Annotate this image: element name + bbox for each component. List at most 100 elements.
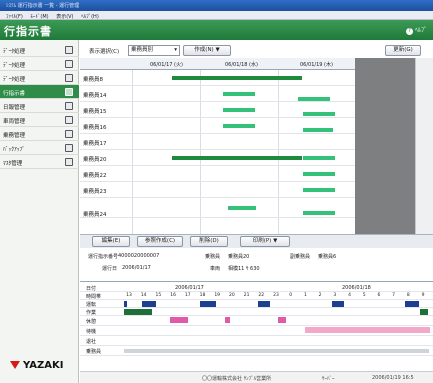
- gantt-bar[interactable]: [223, 108, 255, 112]
- gantt-bar[interactable]: [303, 128, 333, 132]
- sidebar-item-daily-report[interactable]: 日報管理: [0, 99, 79, 113]
- vehicle-value: 相模11 ｻ 630: [228, 266, 260, 272]
- drive-segment: [200, 301, 216, 307]
- drive-label: 運転: [86, 302, 97, 308]
- help-label: ﾍﾙﾌﾟ: [414, 27, 427, 34]
- hour-cell: 3: [333, 293, 337, 298]
- menu-icon: [65, 46, 73, 54]
- gantt-row[interactable]: 乗務員17: [80, 134, 355, 150]
- help-button[interactable]: ? ﾍﾙﾌﾟ: [405, 25, 427, 35]
- crew-row-label: 乗務員: [86, 349, 102, 355]
- gantt-row[interactable]: 乗務員22: [80, 166, 355, 182]
- timeline-date-1: 2006/01/17: [175, 285, 204, 291]
- drive-segment: [124, 301, 127, 307]
- edit-button[interactable]: 編集(E): [92, 236, 130, 247]
- sidebar-item-label: ﾃﾞｰﾀ処理: [3, 77, 26, 83]
- sidebar-item-label: 乗務管理: [3, 133, 26, 139]
- sidebar-item-backup[interactable]: ﾊﾞｯｸｱｯﾌﾟ: [0, 141, 79, 155]
- timeline-date-2: 2006/01/18: [342, 285, 371, 291]
- wait-label: 待機: [86, 329, 97, 335]
- sidebar-item-label: 行指示書: [3, 91, 26, 97]
- timeline-work-row: 作業: [80, 308, 433, 316]
- timeline-rest-row: 休憩: [80, 316, 433, 326]
- vehicle-label: 車両: [210, 266, 221, 272]
- gantt-row[interactable]: 乗務員8: [80, 70, 355, 86]
- gantt-date-3: 06/01/19 (木): [300, 62, 333, 68]
- rest-label: 休憩: [86, 319, 97, 325]
- gantt-bar[interactable]: [298, 97, 330, 101]
- sidebar-item-master[interactable]: ﾏｽﾀ管理: [0, 155, 79, 169]
- rest-segment: [170, 317, 188, 323]
- work-label: 作業: [86, 310, 97, 316]
- hour-cell: 8: [406, 293, 410, 298]
- gantt-row[interactable]: 乗務員14: [80, 86, 355, 102]
- create-label: 作成(N): [194, 47, 214, 53]
- gantt-bar[interactable]: [303, 112, 335, 116]
- gantt-row[interactable]: 乗務員16: [80, 118, 355, 134]
- delete-button[interactable]: 削除(D): [190, 236, 228, 247]
- drive-segment: [142, 301, 156, 307]
- rest-segment: [225, 317, 230, 323]
- sidebar-item-label: ﾏｽﾀ管理: [3, 161, 23, 167]
- crew-name: 乗務員23: [83, 189, 107, 195]
- company-name: 〇〇運輸株式会社 ｻﾝﾌﾟﾙ営業所: [202, 376, 272, 382]
- timeline-drive-row: 運転: [80, 300, 433, 308]
- leave-label: 退社: [86, 339, 97, 345]
- sidebar-item-instructions[interactable]: 行指示書: [0, 85, 79, 99]
- print-button[interactable]: 印刷(P) ▼: [240, 236, 290, 247]
- gantt-bar[interactable]: [223, 124, 255, 128]
- drive-segment: [258, 301, 270, 307]
- timeline-leave-row: 退社: [80, 336, 433, 346]
- gantt-bar[interactable]: [303, 188, 335, 192]
- timeline-panel: 日付 2006/01/17 2006/01/18 時間帯 13 14 15 16 17 1…: [80, 281, 433, 365]
- hour-cell: 13: [126, 293, 132, 298]
- sidebar-item-vehicle[interactable]: 車両管理: [0, 113, 79, 127]
- sidebar-item-2[interactable]: ﾃﾞｰﾀ処理: [0, 57, 79, 71]
- edit-label: 編集(E): [101, 238, 121, 244]
- crew-name: 乗務員14: [83, 93, 107, 99]
- drive-segment: [332, 301, 344, 307]
- timeline-date-row: 日付 2006/01/17 2006/01/18: [80, 284, 433, 292]
- report-icon: [65, 102, 73, 110]
- action-bar: 編集(E) 参照作成(C) 削除(D) 印刷(P) ▼: [80, 234, 433, 248]
- create-button[interactable]: 作成(N) ▼: [183, 45, 231, 56]
- gantt-bar[interactable]: [303, 156, 335, 160]
- hour-cell: 7: [392, 293, 396, 298]
- vertical-scrollbar[interactable]: [415, 58, 433, 234]
- gantt-bar[interactable]: [303, 172, 335, 176]
- dropdown-arrow-icon: ▼: [273, 238, 278, 244]
- gantt-row[interactable]: 乗務員24: [80, 198, 355, 218]
- hour-cell: 23: [273, 293, 279, 298]
- hour-cell: 19: [214, 293, 221, 298]
- gantt-bar[interactable]: [172, 76, 302, 80]
- date-value: 2006/01/17: [122, 265, 151, 271]
- wait-segment: [305, 327, 430, 333]
- sidebar-item-crew[interactable]: 乗務管理: [0, 127, 79, 141]
- hour-cell: 21: [243, 293, 250, 298]
- help-icon: ?: [405, 28, 413, 35]
- update-button[interactable]: 更新(G): [385, 45, 421, 56]
- gantt-bar[interactable]: [223, 92, 255, 96]
- crew-name: 乗務員20: [83, 157, 107, 163]
- gantt-bar[interactable]: [228, 206, 256, 210]
- sidebar-item-3[interactable]: ﾃﾞｰﾀ処理: [0, 71, 79, 85]
- logo-mark-icon: [10, 361, 20, 369]
- gantt-row[interactable]: 乗務員15: [80, 102, 355, 118]
- gantt-bar[interactable]: [303, 211, 335, 215]
- hour-cell: 17: [184, 293, 191, 298]
- hour-cell: 16: [170, 293, 176, 298]
- yazaki-logo: YAZAKI: [10, 360, 63, 371]
- gantt-bar[interactable]: [172, 156, 302, 160]
- sidebar-item-1[interactable]: ﾃﾞｰﾀ処理: [0, 43, 79, 57]
- display-select[interactable]: 乗務員別 ▾: [128, 45, 180, 56]
- ref-create-button[interactable]: 参照作成(C): [137, 236, 183, 247]
- crew-name: 乗務員24: [83, 212, 107, 218]
- instruction-no-value: 4000020000007: [118, 253, 160, 259]
- vehicle-icon: [65, 116, 73, 124]
- app-header: 行指示書 ? ﾍﾙﾌﾟ: [0, 20, 433, 40]
- instruction-no-label: 運行指示番号: [88, 254, 119, 260]
- sidebar-item-label: ﾊﾞｯｸｱｯﾌﾟ: [3, 147, 26, 153]
- gantt-row[interactable]: 乗務員20: [80, 150, 355, 166]
- chevron-down-icon: ▾: [174, 47, 177, 53]
- gantt-row[interactable]: 乗務員23: [80, 182, 355, 198]
